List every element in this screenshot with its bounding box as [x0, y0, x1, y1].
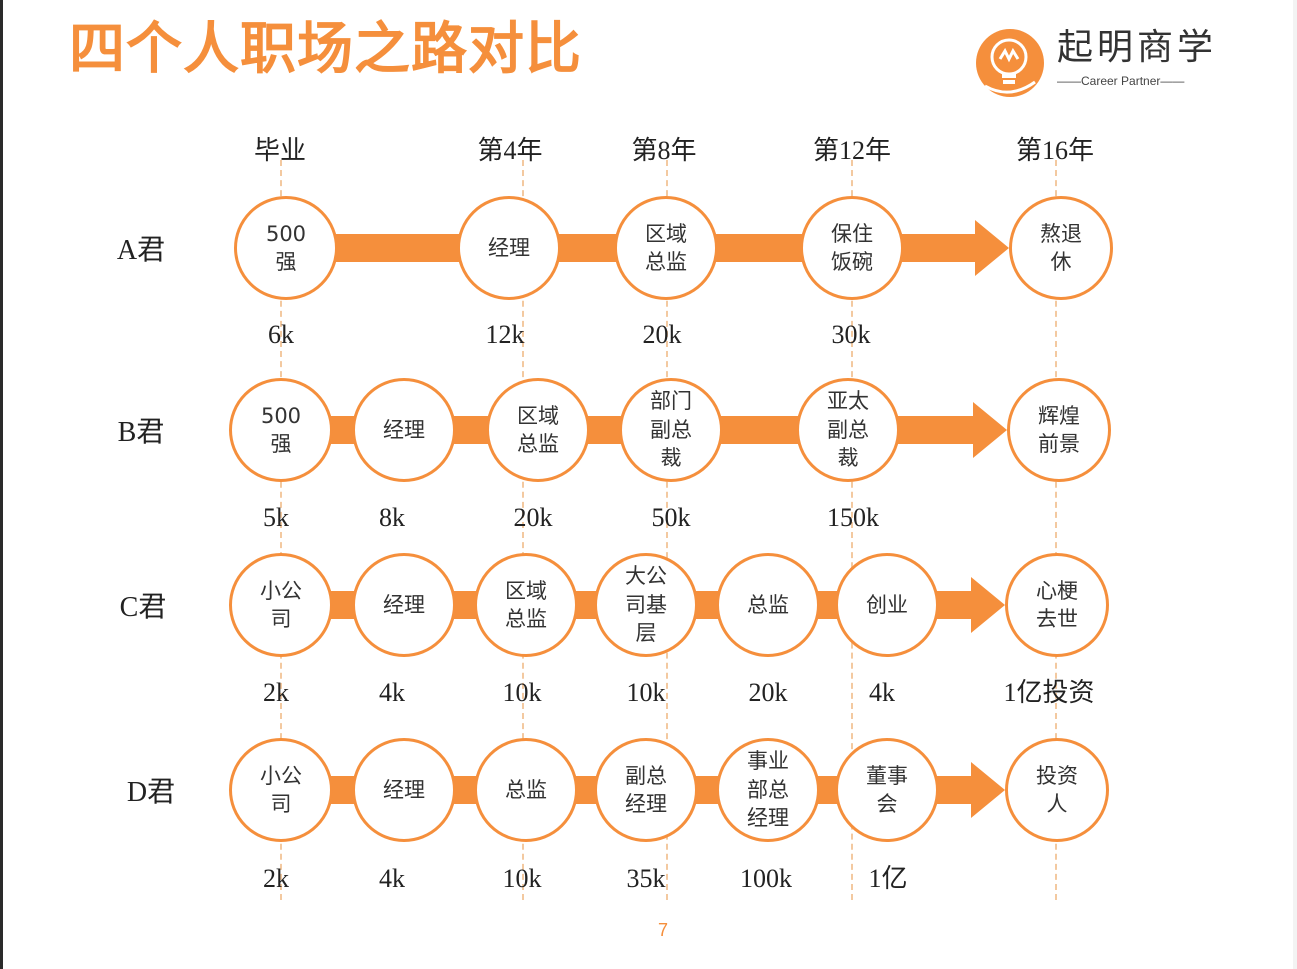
timeline-header: 第8年 — [631, 136, 697, 165]
salary-label: 1亿 — [868, 864, 908, 893]
career-stage-node: 总监 — [474, 738, 578, 842]
career-stage-label: 辉煌 前景 — [1038, 403, 1080, 456]
salary-label: 10k — [502, 864, 542, 893]
career-stage-node: 副总 经理 — [594, 738, 698, 842]
career-stage-label: 经理 — [383, 592, 425, 617]
salary-label: 30k — [831, 320, 871, 349]
career-stage-node: 区域 总监 — [486, 378, 590, 482]
salary-label: 20k — [642, 320, 682, 349]
career-stage-node: 部门 副总 裁 — [619, 378, 723, 482]
career-stage-label: 熬退 休 — [1040, 221, 1082, 274]
row-label: C君 — [119, 592, 167, 623]
career-stage-node: 总监 — [716, 553, 820, 657]
career-stage-node: 500 强 — [234, 196, 338, 300]
career-stage-node: 经理 — [352, 553, 456, 657]
career-stage-label: 总监 — [747, 592, 789, 617]
career-stage-label: 投资 人 — [1036, 763, 1078, 816]
career-stage-node: 保住 饭碗 — [800, 196, 904, 300]
career-stage-label: 小公 司 — [260, 578, 302, 631]
career-stage-label: 副总 经理 — [625, 763, 667, 816]
page-number: 7 — [657, 920, 669, 940]
row-label: D君 — [126, 777, 176, 808]
career-stage-label: 保住 饭碗 — [831, 221, 873, 274]
career-stage-label: 经理 — [383, 777, 425, 802]
career-stage-node: 小公 司 — [229, 738, 333, 842]
timeline-header: 第12年 — [812, 136, 892, 165]
timeline-header: 第16年 — [1015, 136, 1095, 165]
salary-label: 8k — [379, 503, 405, 532]
career-stage-label: 事业 部总 经理 — [747, 749, 789, 831]
career-stage-label: 董事 会 — [866, 763, 908, 816]
career-stage-label: 创业 — [866, 592, 908, 617]
career-stage-node: 投资 人 — [1005, 738, 1109, 842]
career-stage-node: 创业 — [835, 553, 939, 657]
career-stage-node: 经理 — [352, 378, 456, 482]
lightbulb-logo-icon — [976, 29, 1044, 97]
career-stage-node: 大公 司基 层 — [594, 553, 698, 657]
salary-label: 4k — [379, 864, 405, 893]
salary-label: 20k — [748, 678, 788, 707]
career-stage-node: 区域 总监 — [474, 553, 578, 657]
salary-label: 5k — [263, 503, 289, 532]
salary-label: 35k — [626, 864, 666, 893]
career-stage-node: 亚太 副总 裁 — [796, 378, 900, 482]
row-label: A君 — [116, 235, 166, 266]
career-stage-node: 事业 部总 经理 — [716, 738, 820, 842]
arrow-right-icon — [971, 577, 1005, 633]
salary-label: 2k — [263, 864, 289, 893]
salary-label: 6k — [268, 320, 294, 349]
logo-chinese-name: 起明商学 — [1057, 27, 1218, 68]
slide: 四个人职场之路对比 起明商学 ——Career Partner—— 毕业 第4年 第… — [0, 0, 1293, 969]
salary-label: 4k — [379, 678, 405, 707]
career-stage-node: 小公 司 — [229, 553, 333, 657]
salary-label: 2k — [263, 678, 289, 707]
career-stage-label: 亚太 副总 裁 — [827, 389, 869, 471]
career-stage-label: 区域 总监 — [517, 403, 559, 456]
salary-label: 12k — [485, 320, 525, 349]
career-stage-node: 心梗 去世 — [1005, 553, 1109, 657]
salary-label: 4k — [869, 678, 895, 707]
timeline-header: 第4年 — [477, 136, 543, 165]
salary-label: 1亿投资 — [1003, 678, 1095, 707]
salary-label: 50k — [651, 503, 691, 532]
career-stage-label: 心梗 去世 — [1036, 578, 1078, 631]
career-stage-label: 500 强 — [265, 221, 307, 274]
slide-title: 四个人职场之路对比 — [69, 17, 582, 82]
arrow-right-icon — [973, 402, 1007, 458]
arrow-right-icon — [975, 220, 1009, 276]
career-stage-node: 经理 — [457, 196, 561, 300]
brand-logo: 起明商学 ——Career Partner—— — [973, 26, 1253, 106]
career-stage-label: 大公 司基 层 — [625, 564, 667, 646]
career-stage-label: 小公 司 — [260, 763, 302, 816]
career-stage-label: 区域 总监 — [505, 578, 547, 631]
career-stage-node: 熬退 休 — [1009, 196, 1113, 300]
career-stage-node: 辉煌 前景 — [1007, 378, 1111, 482]
career-stage-label: 经理 — [488, 235, 530, 260]
career-stage-node: 董事 会 — [835, 738, 939, 842]
career-stage-label: 总监 — [505, 777, 547, 802]
salary-label: 10k — [502, 678, 542, 707]
career-stage-label: 部门 副总 裁 — [650, 389, 692, 471]
logo-english-name: ——Career Partner—— — [1057, 74, 1185, 88]
row-label: B君 — [117, 417, 165, 448]
timeline-header: 毕业 — [253, 136, 307, 165]
career-stage-label: 经理 — [383, 417, 425, 442]
salary-label: 20k — [513, 503, 553, 532]
career-stage-node: 经理 — [352, 738, 456, 842]
salary-label: 10k — [626, 678, 666, 707]
career-stage-node: 500 强 — [229, 378, 333, 482]
salary-label: 150k — [827, 503, 879, 532]
career-stage-node: 区域 总监 — [614, 196, 718, 300]
salary-label: 100k — [740, 864, 792, 893]
arrow-right-icon — [971, 762, 1005, 818]
career-stage-label: 500 强 — [260, 403, 302, 456]
career-stage-label: 区域 总监 — [645, 221, 687, 274]
